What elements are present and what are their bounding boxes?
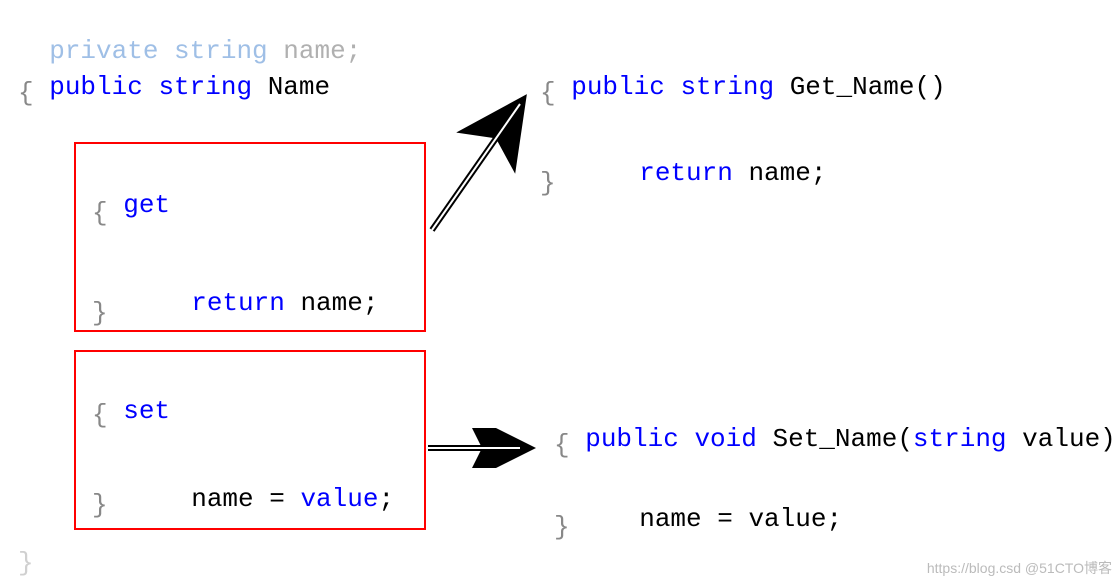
watermark: https://blog.csd @51CTO博客 <box>927 558 1112 578</box>
right-setter-close-brace: } <box>554 512 570 542</box>
arrow-set <box>420 428 540 468</box>
get-box <box>74 142 426 332</box>
property-name: Name <box>268 72 330 102</box>
string-keyword: string <box>158 72 252 102</box>
right-getter-return: return name; <box>608 128 826 188</box>
left-close-brace: } <box>18 548 34 578</box>
right-setter-assign: name = value; <box>608 474 842 534</box>
right-getter-open-brace: { <box>540 78 556 108</box>
right-getter-close-brace: } <box>540 168 556 198</box>
arrow-get <box>420 90 540 250</box>
right-setter-open-brace: { <box>554 430 570 460</box>
left-open-brace: { <box>18 78 34 108</box>
public-keyword: public <box>49 72 143 102</box>
right-getter-decl: public string Get_Name() <box>540 42 946 102</box>
set-box <box>74 350 426 530</box>
left-property-declaration: public string Name <box>18 42 330 102</box>
right-setter-decl: public void Set_Name(string value) <box>554 394 1116 454</box>
semicolon: ; <box>346 36 362 66</box>
